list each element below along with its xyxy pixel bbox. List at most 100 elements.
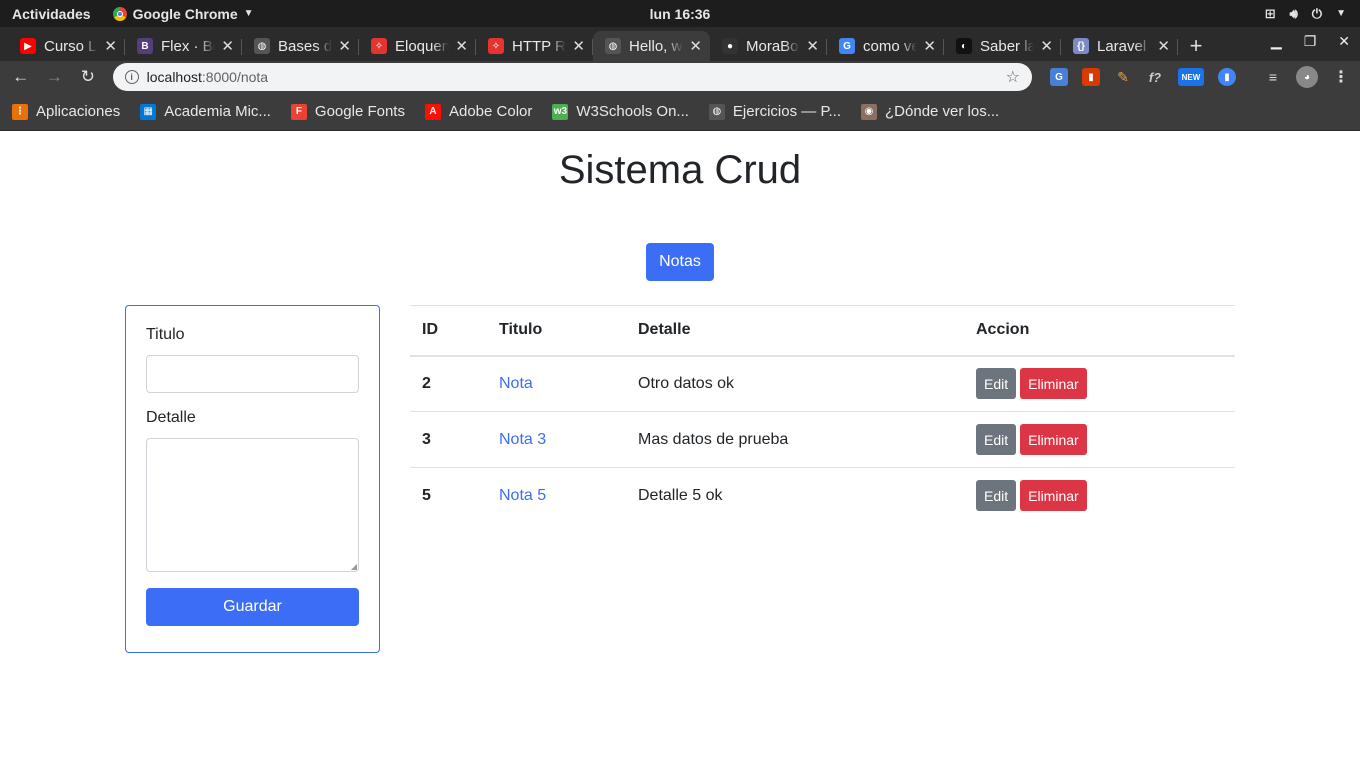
edit-button[interactable]: Edit <box>976 368 1017 400</box>
chevron-down-icon: ▼ <box>1336 8 1346 19</box>
back-button[interactable]: ← <box>10 67 32 87</box>
bookmark-item[interactable]: ⋮ Aplicaciones <box>12 103 120 120</box>
page-title: Sistema Crud <box>558 148 802 192</box>
translate-extension-icon[interactable]: G <box>1049 68 1068 86</box>
close-tab-icon[interactable]: ✕ <box>923 37 936 55</box>
system-tray[interactable]: ⊞ 🔊︎ ⏻ ▼ <box>1265 6 1346 22</box>
bookmark-label: W3Schools On... <box>576 103 689 120</box>
edit-button[interactable]: Edit <box>976 480 1017 512</box>
tab-title: Flex · Bo <box>161 37 216 55</box>
system-top-bar: Actividades Google Chrome ▼ lun 16:36 ⊞ … <box>0 0 1360 27</box>
new-badge-extension-icon[interactable]: NEW <box>1177 68 1204 86</box>
browser-tab[interactable]: ✧ Eloquen ✕ <box>359 31 476 61</box>
tab-title: Bases d <box>278 37 333 55</box>
close-window-icon[interactable]: ✕ <box>1338 33 1350 50</box>
browser-toolbar: ← → ↻ i localhost:8000/nota ☆ G ▮ ✎ f? N… <box>0 61 1360 93</box>
bookmark-item[interactable]: ◍ Ejercicios — P... <box>708 103 842 120</box>
browser-tab[interactable]: ✧ HTTP Re ✕ <box>476 31 593 61</box>
colorpicker-extension-icon[interactable]: ✎ <box>1114 68 1132 86</box>
cell-accion: Edit Eliminar <box>964 467 1235 524</box>
bookmark-icon: A <box>424 103 441 120</box>
cell-accion: Edit Eliminar <box>964 411 1235 468</box>
bookmark-extension-icon[interactable]: ▮ <box>1217 68 1236 86</box>
tab-favicon-icon: ◍ <box>254 38 270 54</box>
browser-tab[interactable]: ● MoraBo ✕ <box>710 31 827 61</box>
titulo-input[interactable] <box>146 355 359 393</box>
close-tab-icon[interactable]: ✕ <box>455 37 468 55</box>
cell-detalle: Otro datos ok <box>626 355 964 412</box>
office-extension-icon[interactable]: ▮ <box>1081 68 1100 86</box>
cell-titulo-link[interactable]: Nota 5 <box>487 467 626 524</box>
bookmark-label: Aplicaciones <box>36 103 121 120</box>
restore-icon[interactable]: ❐ <box>1304 33 1317 50</box>
edit-button[interactable]: Edit <box>976 424 1017 455</box>
app-menu[interactable]: Google Chrome ▼ <box>112 6 254 22</box>
cell-titulo-link[interactable]: Nota 3 <box>487 411 626 468</box>
cell-detalle: Mas datos de prueba <box>626 411 964 468</box>
window-controls: ▁ ❐ ✕ <box>1271 33 1350 50</box>
eliminar-button[interactable]: Eliminar <box>1020 424 1087 455</box>
info-icon[interactable]: i <box>124 70 139 84</box>
new-tab-button[interactable]: + <box>1178 31 1214 61</box>
close-tab-icon[interactable]: ✕ <box>689 37 702 55</box>
tab-favicon-icon: {} <box>1073 38 1089 54</box>
close-tab-icon[interactable]: ✕ <box>104 37 117 55</box>
minimize-icon[interactable]: ▁ <box>1271 33 1282 50</box>
table-row: 2 Nota Otro datos ok Edit Eliminar <box>410 355 1235 412</box>
tab-favicon-icon: G <box>839 38 855 54</box>
table-row: 3 Nota 3 Mas datos de prueba Edit Eliminar <box>410 411 1235 468</box>
close-tab-icon[interactable]: ✕ <box>572 37 585 55</box>
media-control-icon[interactable]: ≡ <box>1264 68 1282 86</box>
page-content: Sistema Crud Notas Titulo Detalle Guarda… <box>0 131 1360 768</box>
close-tab-icon[interactable]: ✕ <box>806 37 819 55</box>
guardar-button[interactable]: Guardar <box>146 588 359 626</box>
browser-tab[interactable]: ◍ Bases d ✕ <box>242 31 359 61</box>
menu-icon[interactable]: ⋮ <box>1332 68 1350 86</box>
reload-button[interactable]: ↻ <box>77 67 99 87</box>
notas-button[interactable]: Notas <box>646 243 714 281</box>
table-row: 5 Nota 5 Detalle 5 ok Edit Eliminar <box>410 467 1235 524</box>
browser-tab[interactable]: {} Laravel ✕ <box>1061 31 1178 61</box>
bookmark-item[interactable]: F Google Fonts <box>290 103 405 120</box>
tab-title: Laravel <box>1097 37 1147 55</box>
url-path: :8000/nota <box>201 69 269 85</box>
table-header-row: ID Titulo Detalle Accion <box>410 305 1235 357</box>
url-host: localhost <box>146 69 202 85</box>
bookmark-item[interactable]: ▦ Academia Mic... <box>140 103 271 120</box>
browser-tab[interactable]: ▶ Curso L ✕ <box>8 31 125 61</box>
bookmark-star-icon[interactable]: ☆ <box>1006 67 1020 87</box>
bookmark-item[interactable]: w3 W3Schools On... <box>552 103 689 120</box>
bookmark-item[interactable]: ◉ ¿Dónde ver los... <box>861 103 999 120</box>
forward-button[interactable]: → <box>44 67 66 87</box>
address-bar[interactable]: i localhost:8000/nota ☆ <box>112 63 1032 91</box>
tab-title: Eloquen <box>395 37 450 55</box>
close-tab-icon[interactable]: ✕ <box>221 37 234 55</box>
close-tab-icon[interactable]: ✕ <box>1040 37 1053 55</box>
tab-title: HTTP Re <box>512 37 566 55</box>
tab-title: MoraBo <box>746 37 799 55</box>
avatar[interactable]: ◕ <box>1295 66 1318 88</box>
bookmark-icon: ⋮ <box>12 103 28 120</box>
browser-tab[interactable]: ◍ Hello, w ✕ <box>593 31 710 61</box>
extensions: G ▮ ✎ f? NEW ▮ ≡ ◕ ⋮ <box>1049 66 1350 88</box>
browser-tab[interactable]: Gcomo ve ✕ <box>827 31 944 61</box>
close-tab-icon[interactable]: ✕ <box>1157 37 1170 55</box>
chrome-icon <box>112 6 127 21</box>
bookmarks-bar: ⋮ Aplicaciones ▦ Academia Mic... F Google Fon… <box>0 93 1360 131</box>
eliminar-button[interactable]: Eliminar <box>1020 368 1087 400</box>
detalle-textarea[interactable] <box>146 438 359 572</box>
browser-tab[interactable]: B Flex · Bo ✕ <box>125 31 242 61</box>
bookmark-icon: ◉ <box>861 103 878 120</box>
tab-favicon-icon: B <box>137 38 153 54</box>
bookmark-label: Ejercicios — P... <box>732 103 842 120</box>
bookmark-item[interactable]: A Adobe Color <box>424 103 532 120</box>
font-extension-icon[interactable]: f? <box>1146 68 1164 86</box>
close-tab-icon[interactable]: ✕ <box>338 37 351 55</box>
activities-button[interactable]: Actividades <box>0 6 91 22</box>
browser-tab[interactable]: ◐ Saber la ✕ <box>944 31 1061 61</box>
cell-titulo-link[interactable]: Nota <box>487 355 626 412</box>
header-id: ID <box>410 305 487 357</box>
eliminar-button[interactable]: Eliminar <box>1020 480 1087 512</box>
clock[interactable]: lun 16:36 <box>650 6 711 22</box>
tab-favicon-icon: ◐ <box>956 38 972 54</box>
